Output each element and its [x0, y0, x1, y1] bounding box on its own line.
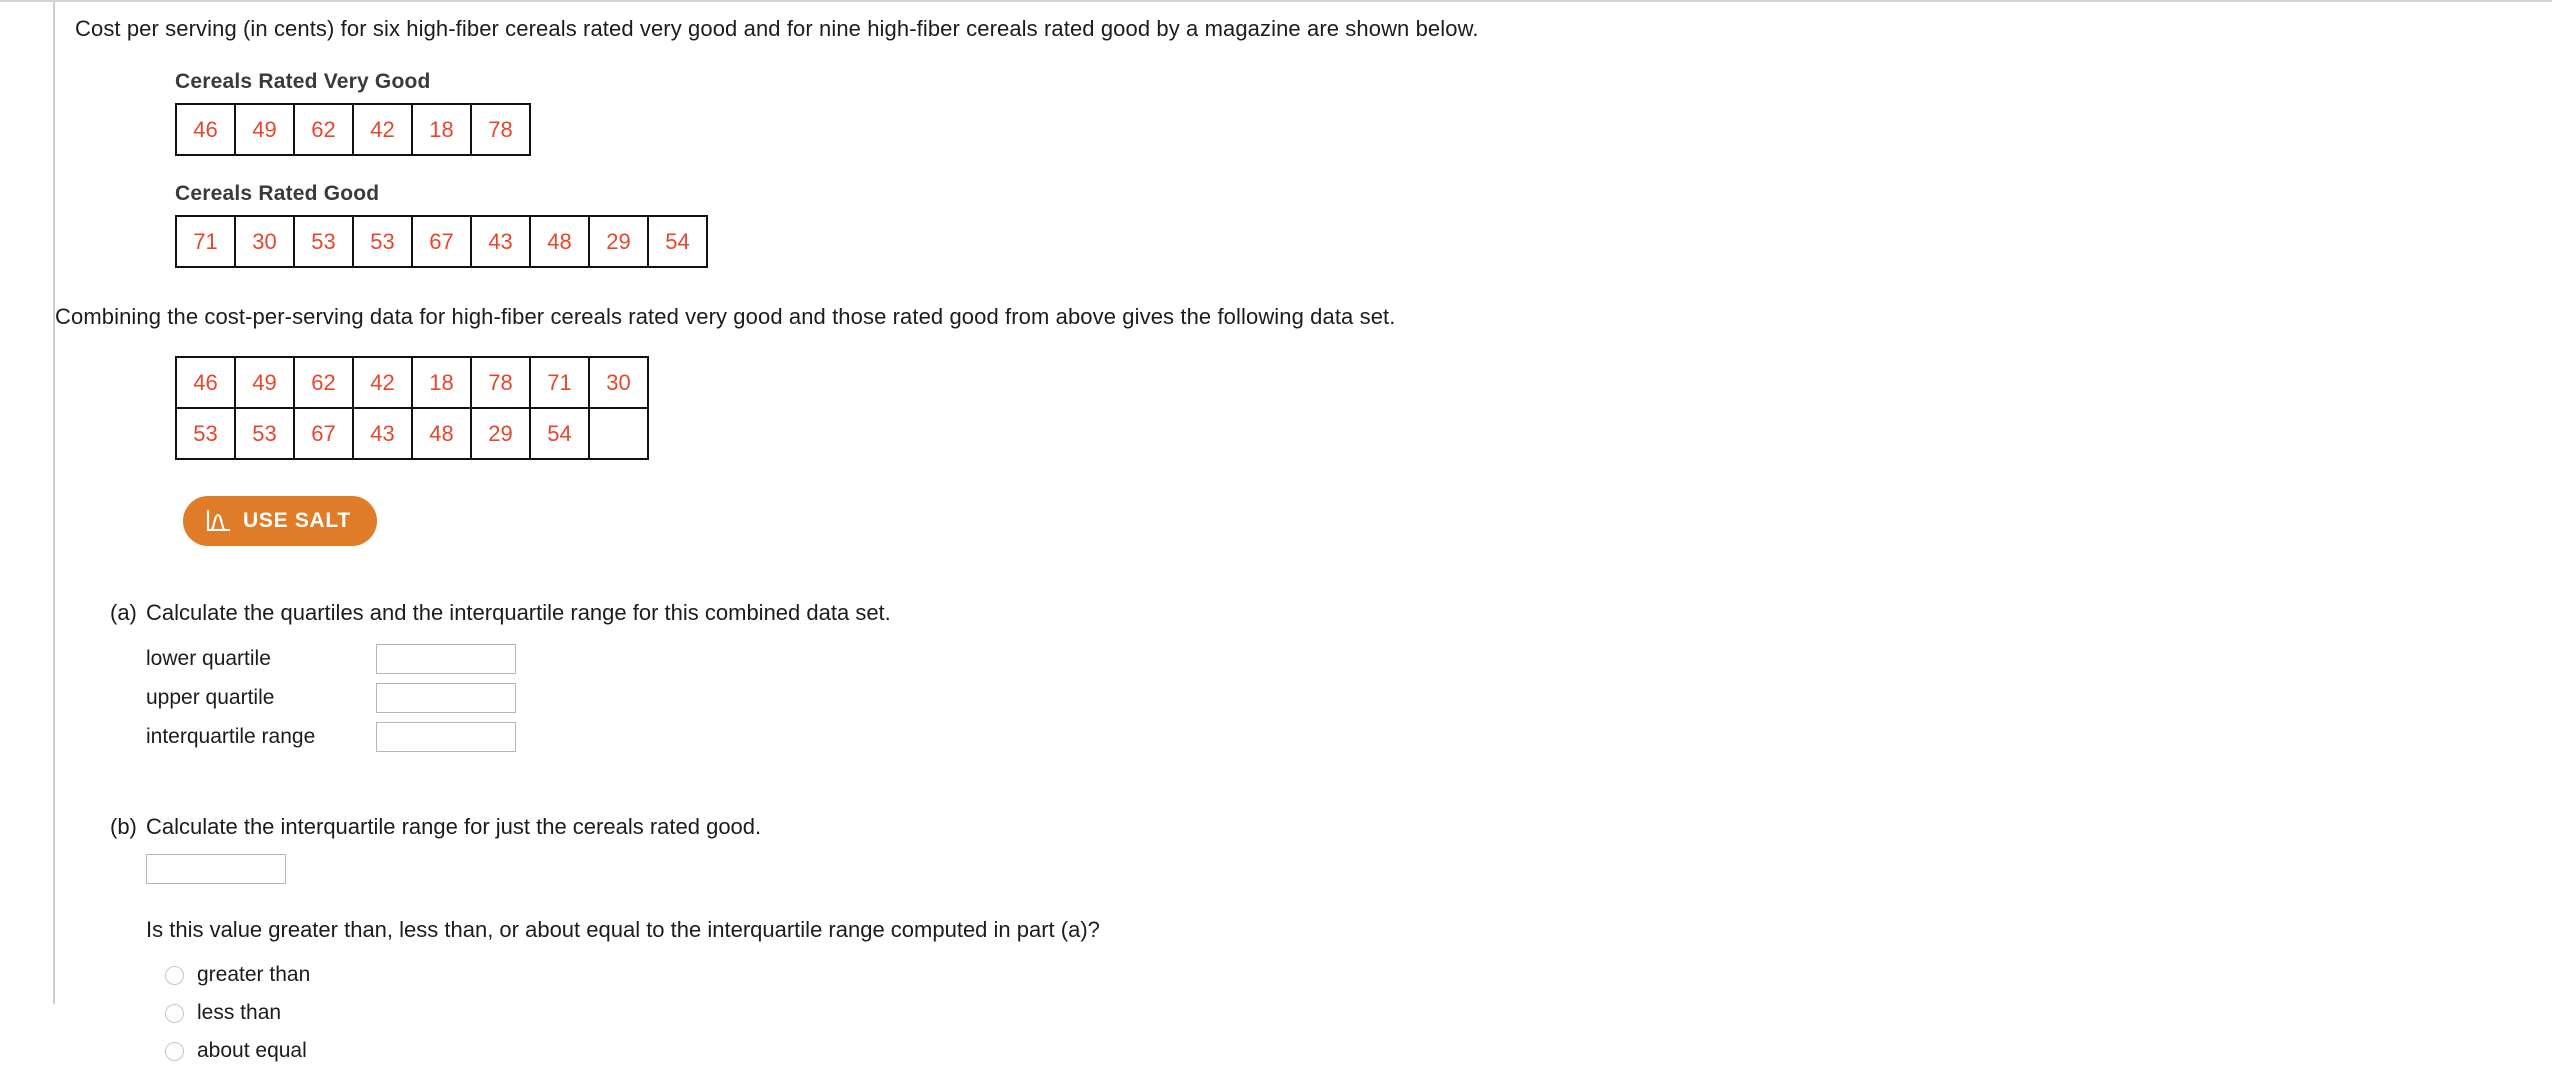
radio-option-label: less than [197, 1001, 282, 1024]
data-cell: 53 [175, 407, 236, 460]
part-b-block: (b) Calculate the interquartile range fo… [55, 812, 2552, 1070]
interquartile-range-input[interactable] [376, 721, 516, 752]
data-cell: 54 [647, 215, 708, 268]
answer-row: lower quartile [146, 639, 2552, 678]
part-a-prompt: Calculate the quartiles and the interqua… [146, 600, 891, 625]
data-cell: 18 [411, 103, 472, 156]
data-cell: 29 [588, 215, 649, 268]
table-row: 46 49 62 42 18 78 71 30 [175, 356, 649, 409]
data-cell: 71 [529, 356, 590, 409]
part-b-followup-question: Is this value greater than, less than, o… [146, 917, 1100, 942]
radio-option-label: about equal [197, 1039, 307, 1062]
intro-paragraph: Cost per serving (in cents) for six high… [75, 16, 1479, 41]
combined-data-table: 46 49 62 42 18 78 71 30 53 53 67 43 48 29 54 [175, 356, 649, 460]
data-cell: 53 [293, 215, 354, 268]
data-cell: 43 [470, 215, 531, 268]
data-cell: 29 [470, 407, 531, 460]
distribution-curve-icon [205, 509, 231, 533]
data-cell: 30 [234, 215, 295, 268]
part-a-marker: (a) [110, 600, 137, 625]
table-row: 46 49 62 42 18 78 [175, 103, 531, 156]
radio-button-icon[interactable] [165, 965, 184, 985]
data-cell: 49 [234, 356, 295, 409]
good-data-table: 71 30 53 53 67 43 48 29 54 [175, 215, 708, 268]
part-b-radio-group: greater than less than about equal [165, 956, 2552, 1070]
data-cell: 62 [293, 356, 354, 409]
combined-table-block: 46 49 62 42 18 78 71 30 53 53 67 43 48 29 54 [175, 356, 2552, 460]
answer-row: interquartile range [146, 717, 2552, 756]
use-salt-label: USE SALT [243, 509, 351, 532]
combined-table-body: 46 49 62 42 18 78 71 30 53 53 67 43 48 29 54 [175, 356, 649, 460]
salt-button-wrapper: USE SALT [183, 496, 2552, 546]
data-cell: 42 [352, 103, 413, 156]
part-b-marker: (b) [110, 814, 137, 839]
data-cell: 48 [529, 215, 590, 268]
data-cell: 53 [234, 407, 295, 460]
data-cell: 43 [352, 407, 413, 460]
radio-button-icon[interactable] [165, 1003, 184, 1023]
combining-paragraph: Combining the cost-per-serving data for … [55, 304, 1396, 329]
good-table-block: Cereals Rated Good 71 30 53 53 67 43 48 29 54 [175, 182, 2552, 268]
data-cell: 78 [470, 356, 531, 409]
data-cell: 49 [234, 103, 295, 156]
data-cell-empty [588, 407, 649, 460]
data-cell: 78 [470, 103, 531, 156]
data-cell: 53 [352, 215, 413, 268]
part-b-prompt: Calculate the interquartile range for ju… [146, 814, 762, 839]
good-table-body: 71 30 53 53 67 43 48 29 54 [175, 215, 708, 268]
answer-label: interquartile range [146, 724, 316, 748]
very-good-data-table: 46 49 62 42 18 78 [175, 103, 531, 156]
use-salt-button[interactable]: USE SALT [183, 496, 377, 546]
data-cell: 18 [411, 356, 472, 409]
radio-option-label: greater than [197, 963, 311, 986]
part-b-answer-input[interactable] [146, 854, 286, 884]
upper-quartile-input[interactable] [376, 682, 516, 713]
data-cell: 30 [588, 356, 649, 409]
answer-row: upper quartile [146, 678, 2552, 717]
very-good-table-caption: Cereals Rated Very Good [175, 70, 431, 93]
table-row: 71 30 53 53 67 43 48 29 54 [175, 215, 708, 268]
data-cell: 46 [175, 356, 236, 409]
data-cell: 67 [411, 215, 472, 268]
data-cell: 71 [175, 215, 236, 268]
part-b-input-wrapper [146, 854, 2552, 884]
data-cell: 42 [352, 356, 413, 409]
answer-label: upper quartile [146, 685, 275, 709]
radio-option-less-than[interactable]: less than [165, 994, 2552, 1032]
part-a-answer-list: lower quartile upper quartile interquartil… [146, 639, 2552, 756]
table-row: 53 53 67 43 48 29 54 [175, 407, 649, 460]
radio-button-icon[interactable] [165, 1041, 184, 1061]
data-cell: 48 [411, 407, 472, 460]
good-table-caption: Cereals Rated Good [175, 182, 380, 205]
data-cell: 46 [175, 103, 236, 156]
answer-label: lower quartile [146, 646, 271, 670]
part-a-block: (a) Calculate the quartiles and the inte… [55, 598, 2552, 756]
exercise-content: Cost per serving (in cents) for six high… [55, 0, 2552, 1062]
data-cell: 67 [293, 407, 354, 460]
very-good-table-block: Cereals Rated Very Good 46 49 62 42 18 78 [175, 70, 2552, 156]
data-cell: 54 [529, 407, 590, 460]
data-cell: 62 [293, 103, 354, 156]
lower-quartile-input[interactable] [376, 643, 516, 674]
radio-option-greater-than[interactable]: greater than [165, 956, 2552, 994]
part-a-prompt-row: (a) Calculate the quartiles and the inte… [55, 598, 2552, 628]
part-b-prompt-row: (b) Calculate the interquartile range fo… [55, 812, 2552, 842]
radio-option-about-equal[interactable]: about equal [165, 1032, 2552, 1070]
very-good-table-body: 46 49 62 42 18 78 [175, 103, 531, 156]
